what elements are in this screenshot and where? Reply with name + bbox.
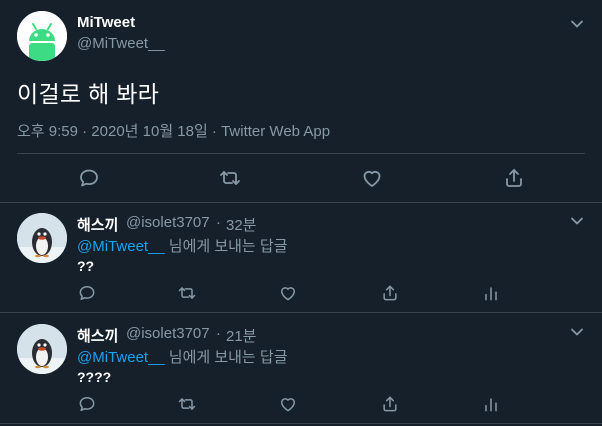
reply-icon[interactable] <box>77 394 97 414</box>
analytics-icon[interactable] <box>481 394 501 414</box>
retweet-icon[interactable] <box>177 394 197 414</box>
separator-dot: · <box>216 325 221 342</box>
tweet-timestamp[interactable]: 오후 9:59 · 2020년 10월 18일 · Twitter Web Ap… <box>17 120 330 141</box>
share-icon[interactable] <box>502 166 526 190</box>
like-icon[interactable] <box>278 283 298 303</box>
reply-text: ?? <box>77 258 95 274</box>
author-name[interactable]: 해스끼 <box>77 214 118 235</box>
analytics-icon[interactable] <box>481 283 501 303</box>
author-handle[interactable]: @isolet3707 <box>126 214 210 231</box>
share-icon[interactable] <box>380 283 400 303</box>
android-robot-icon <box>17 11 67 61</box>
pingu-penguin-icon <box>17 324 67 374</box>
reply-time[interactable]: 32분 <box>226 214 257 235</box>
chevron-down-icon[interactable] <box>568 323 586 341</box>
reply-context: @MiTweet__ 님에게 보내는 답글 <box>77 346 288 367</box>
share-icon[interactable] <box>380 394 400 414</box>
avatar[interactable] <box>17 324 67 374</box>
tweet-text: 이걸로 해 봐라 <box>17 81 160 107</box>
retweet-icon[interactable] <box>177 283 197 303</box>
mention-link[interactable]: @MiTweet__ <box>77 238 165 255</box>
reply-tweet[interactable]: 해스끼 @isolet3707 · 32분 @MiTweet__ 님에게 보내는 … <box>0 203 602 313</box>
like-icon[interactable] <box>278 394 298 414</box>
reply-context: @MiTweet__ 님에게 보내는 답글 <box>77 235 288 256</box>
reply-icon[interactable] <box>77 166 101 190</box>
reply-tweet[interactable]: 해스끼 @isolet3707 · 21분 @MiTweet__ 님에게 보내는 … <box>0 314 602 424</box>
chevron-down-icon[interactable] <box>568 212 586 230</box>
chevron-down-icon[interactable] <box>568 15 586 33</box>
separator-dot: · <box>216 214 221 231</box>
author-handle[interactable]: @MiTweet__ <box>77 35 165 52</box>
author-name[interactable]: 해스끼 <box>77 325 118 346</box>
reply-icon[interactable] <box>77 283 97 303</box>
reply-context-label: 님에게 보내는 답글 <box>168 238 288 255</box>
main-tweet: MiTweet @MiTweet__ 이걸로 해 봐라 오후 9:59 · 20… <box>0 0 602 203</box>
divider <box>17 153 585 154</box>
avatar[interactable] <box>17 213 67 263</box>
author-handle[interactable]: @isolet3707 <box>126 325 210 342</box>
pingu-penguin-icon <box>17 213 67 263</box>
reply-context-label: 님에게 보내는 답글 <box>168 349 288 366</box>
like-icon[interactable] <box>360 166 384 190</box>
mention-link[interactable]: @MiTweet__ <box>77 349 165 366</box>
reply-text: ???? <box>77 369 112 385</box>
retweet-icon[interactable] <box>218 166 242 190</box>
author-name[interactable]: MiTweet <box>77 14 135 31</box>
reply-time[interactable]: 21분 <box>226 325 257 346</box>
avatar[interactable] <box>17 11 67 61</box>
